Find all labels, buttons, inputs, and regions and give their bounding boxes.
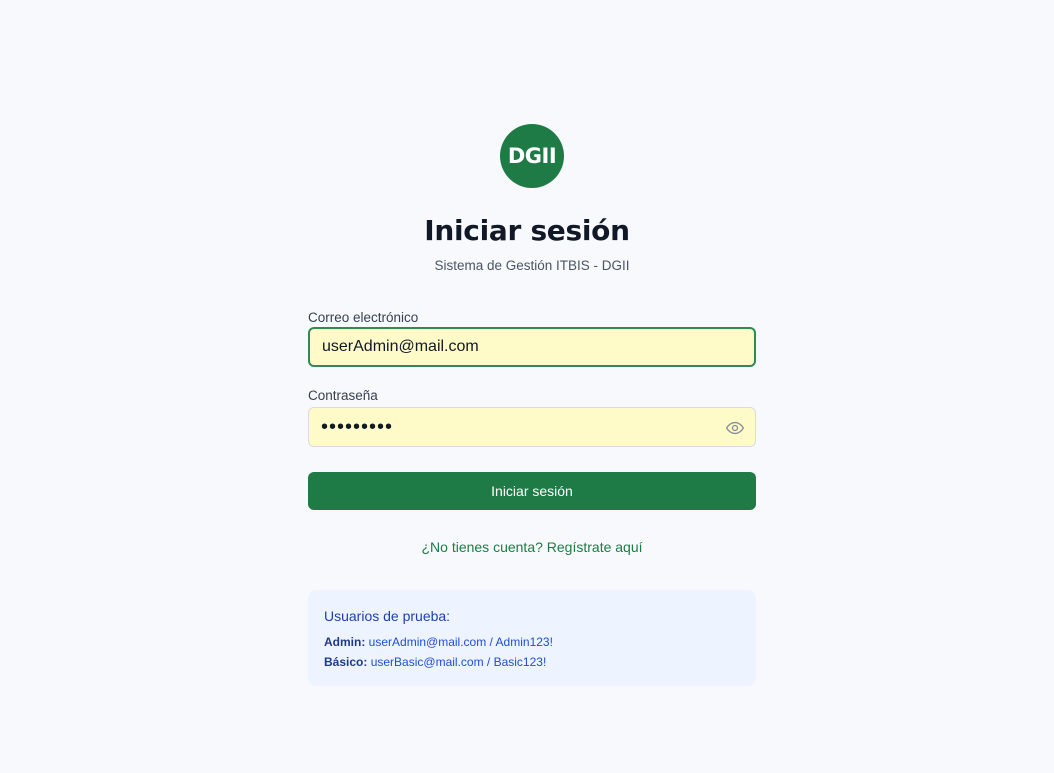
login-page: DGII Iniciar sesión Sistema de Gestión I…	[0, 0, 1054, 773]
email-label: Correo electrónico	[308, 310, 419, 325]
test-users-box: Usuarios de prueba: Admin: userAdmin@mai…	[308, 590, 756, 686]
password-input[interactable]	[309, 408, 755, 446]
password-label: Contraseña	[308, 388, 378, 403]
basic-label: Básico:	[324, 655, 368, 669]
page-title: Iniciar sesión	[424, 214, 630, 247]
admin-credentials: userAdmin@mail.com / Admin123!	[368, 635, 553, 649]
login-button[interactable]: Iniciar sesión	[308, 472, 756, 510]
logo-text: DGII	[507, 144, 557, 168]
password-field-wrapper	[308, 407, 756, 447]
test-user-admin: Admin: userAdmin@mail.com / Admin123!	[324, 635, 553, 649]
page-subtitle: Sistema de Gestión ITBIS - DGII	[434, 258, 630, 273]
dgii-logo: DGII	[500, 124, 564, 188]
eye-icon[interactable]	[725, 418, 745, 438]
email-field-wrapper	[308, 327, 756, 367]
admin-label: Admin:	[324, 635, 366, 649]
email-input[interactable]	[310, 329, 754, 365]
test-users-title: Usuarios de prueba:	[324, 608, 451, 624]
register-link[interactable]: ¿No tienes cuenta? Regístrate aquí	[0, 539, 1054, 555]
test-user-basic: Básico: userBasic@mail.com / Basic123!	[324, 655, 546, 669]
basic-credentials: userBasic@mail.com / Basic123!	[370, 655, 547, 669]
